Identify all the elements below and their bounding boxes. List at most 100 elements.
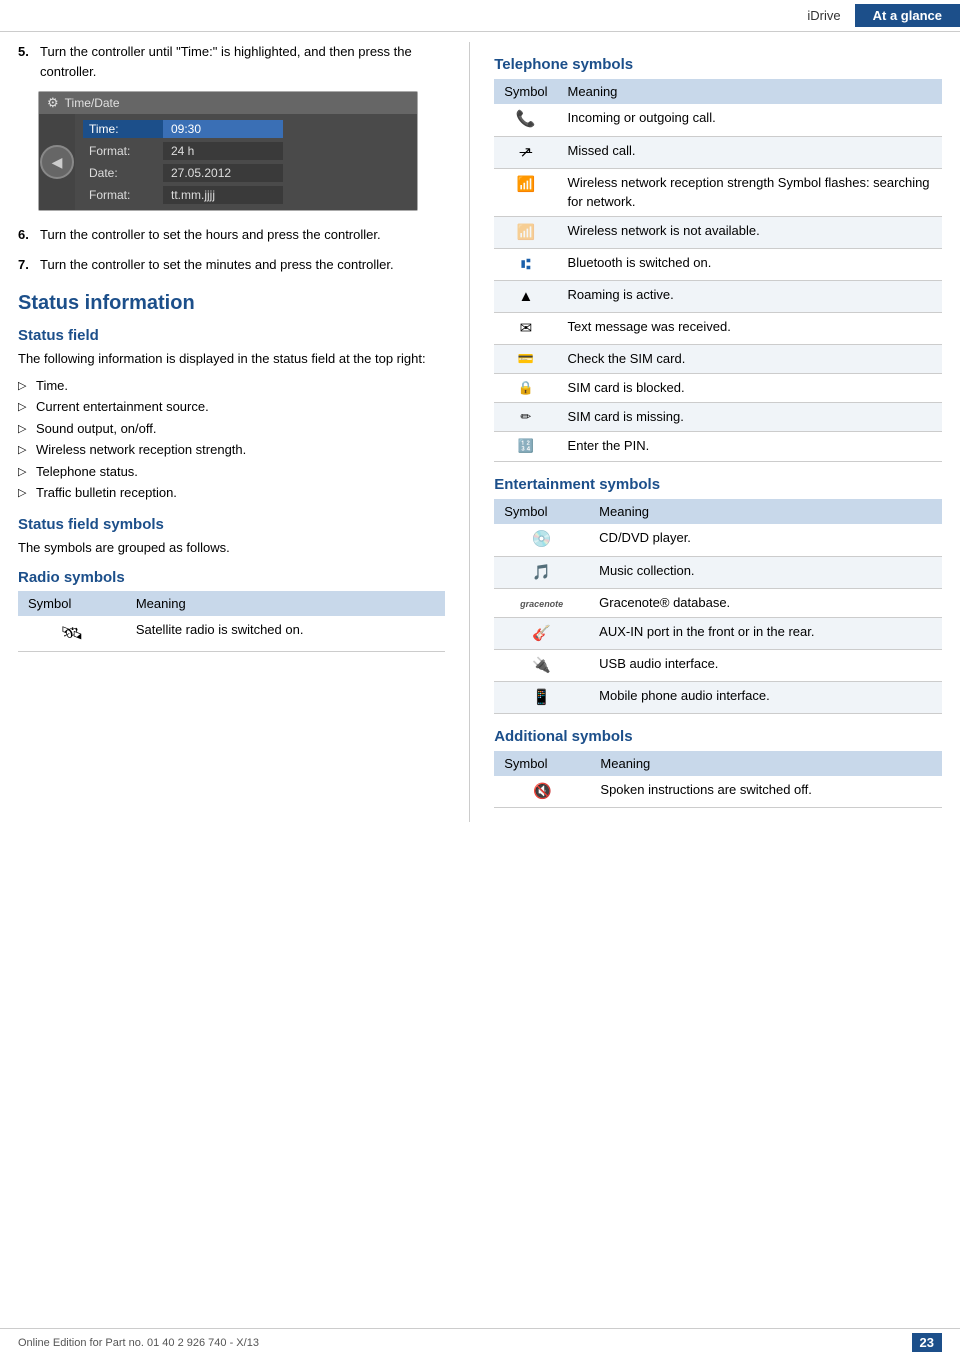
gear-icon: ⚙ (47, 95, 59, 111)
format-label-1: Format: (83, 142, 163, 160)
bullet-wireless-text: Wireless network reception strength. (36, 440, 246, 460)
tel-sym-3: 📶 (494, 169, 557, 216)
music-icon: 🎵 (532, 564, 551, 581)
table-row: 📶 Wireless network reception strength Sy… (494, 169, 942, 216)
tel-meaning-9: SIM card is blocked. (558, 373, 942, 402)
ent-meaning-5: USB audio interface. (589, 650, 942, 682)
mute-instructions-icon: 🔇 (533, 783, 552, 800)
header-idrive-label: iDrive (793, 4, 854, 27)
table-row: ▲ Roaming is active. (494, 280, 942, 312)
table-row: 🔇 Spoken instructions are switched off. (494, 776, 942, 808)
ent-meaning-3: Gracenote® database. (589, 588, 942, 617)
step-6-text: Turn the controller to set the hours and… (40, 225, 381, 245)
step-5-text: Turn the controller until "Time:" is hig… (40, 42, 445, 81)
ent-meaning-2: Music collection. (589, 556, 942, 588)
missed-call-icon: ↗ (520, 144, 533, 161)
radio-meaning-1: Satellite radio is switched on. (126, 616, 445, 652)
date-row: Date: 27.05.2012 (75, 162, 417, 184)
tel-meaning-4: Wireless network is not available. (558, 216, 942, 248)
tel-header-meaning: Meaning (558, 79, 942, 104)
table-row: 🛰 Satellite radio is switched on. (18, 616, 445, 652)
tel-sym-11: 🔢 (494, 432, 557, 461)
bullet-arrow-5: ▷ (18, 464, 30, 481)
tel-sym-10: ✏ (494, 403, 557, 432)
phone-icon: 📞 (516, 111, 536, 128)
table-row: ⑆ Bluetooth is switched on. (494, 248, 942, 280)
time-date-box: ⚙ Time/Date ◀ Time: 09:30 Format: 24 (38, 91, 418, 211)
step-7: 7. Turn the controller to set the minute… (18, 255, 445, 275)
step-6-num: 6. (18, 225, 34, 245)
time-value: 09:30 (163, 120, 283, 138)
page-footer: Online Edition for Part no. 01 40 2 926 … (0, 1328, 960, 1352)
table-row: 🎵 Music collection. (494, 556, 942, 588)
format-value-2: tt.mm.jjjj (163, 186, 283, 204)
pin-icon: 🔢 (518, 438, 534, 453)
time-row: Time: 09:30 (75, 118, 417, 140)
roaming-icon: ▲ (518, 288, 533, 305)
bullet-arrow-6: ▷ (18, 485, 30, 502)
time-date-body: ◀ Time: 09:30 Format: 24 h Date: 27.05.2… (39, 114, 417, 210)
add-header-symbol: Symbol (494, 751, 590, 776)
entertainment-symbols-table: Symbol Meaning 💿 CD/DVD player. 🎵 Music … (494, 499, 942, 715)
bullet-telephone-text: Telephone status. (36, 462, 138, 482)
bluetooth-icon: ⑆ (521, 256, 530, 273)
step-7-num: 7. (18, 255, 34, 275)
step-6: 6. Turn the controller to set the hours … (18, 225, 445, 245)
table-row: 📱 Mobile phone audio interface. (494, 682, 942, 714)
status-field-symbols-title: Status field symbols (18, 516, 445, 533)
nav-circle: ◀ (40, 145, 74, 179)
radio-symbols-table: Symbol Meaning 🛰 Satellite radio is swit… (18, 591, 445, 652)
time-date-rows: Time: 09:30 Format: 24 h Date: 27.05.201… (75, 114, 417, 210)
bullet-wireless: ▷ Wireless network reception strength. (18, 439, 445, 461)
table-row: 📶 Wireless network is not available. (494, 216, 942, 248)
no-signal-icon: 📶 (517, 224, 536, 241)
tel-header-row: Symbol Meaning (494, 79, 942, 104)
bullet-traffic-text: Traffic bulletin reception. (36, 483, 177, 503)
time-date-title-text: Time/Date (65, 96, 120, 110)
tel-sym-1: 📞 (494, 104, 557, 137)
header-ataglance-label: At a glance (855, 4, 960, 27)
sim-missing-icon: ✏ (520, 409, 531, 424)
ent-meaning-6: Mobile phone audio interface. (589, 682, 942, 714)
table-row: ↗ Missed call. (494, 137, 942, 169)
ent-sym-3: gracenote (494, 588, 589, 617)
status-field-bullets: ▷Time. ▷Current entertainment source. ▷S… (18, 375, 445, 504)
tel-sym-4: 📶 (494, 216, 557, 248)
gracenote-icon: gracenote (520, 599, 563, 609)
radio-table-header-row: Symbol Meaning (18, 591, 445, 616)
radio-symbol-1: 🛰 (18, 616, 126, 652)
main-content: 5. Turn the controller until "Time:" is … (0, 42, 960, 822)
status-field-desc: The following information is displayed i… (18, 349, 445, 369)
message-icon: ✉ (520, 320, 533, 337)
radio-header-meaning: Meaning (126, 591, 445, 616)
format-row-1: Format: 24 h (75, 140, 417, 162)
page-number: 23 (912, 1333, 942, 1352)
format-value-1: 24 h (163, 142, 283, 160)
bullet-arrow-4: ▷ (18, 442, 30, 459)
tel-meaning-5: Bluetooth is switched on. (558, 248, 942, 280)
bullet-sound-text: Sound output, on/off. (36, 419, 156, 439)
page-header: iDrive At a glance (0, 0, 960, 32)
table-row: gracenote Gracenote® database. (494, 588, 942, 617)
step-5: 5. Turn the controller until "Time:" is … (18, 42, 445, 81)
date-label: Date: (83, 164, 163, 182)
bullet-arrow-3: ▷ (18, 421, 30, 438)
signal-strength-icon: 📶 (517, 176, 536, 193)
ent-sym-6: 📱 (494, 682, 589, 714)
ent-header-symbol: Symbol (494, 499, 589, 524)
telephone-symbols-table: Symbol Meaning 📞 Incoming or outgoing ca… (494, 79, 942, 462)
table-row: 💳 Check the SIM card. (494, 344, 942, 373)
aux-icon: 🎸 (532, 625, 551, 642)
ent-sym-2: 🎵 (494, 556, 589, 588)
right-column: Telephone symbols Symbol Meaning 📞 Incom… (470, 42, 942, 822)
telephone-symbols-title: Telephone symbols (494, 56, 942, 73)
table-row: 📞 Incoming or outgoing call. (494, 104, 942, 137)
tel-meaning-2: Missed call. (558, 137, 942, 169)
radio-header-symbol: Symbol (18, 591, 126, 616)
sim-blocked-icon: 🔒 (518, 380, 534, 395)
bullet-sound: ▷ Sound output, on/off. (18, 418, 445, 440)
add-header-meaning: Meaning (590, 751, 942, 776)
left-column: 5. Turn the controller until "Time:" is … (18, 42, 470, 822)
radio-symbols-title: Radio symbols (18, 569, 445, 586)
ent-meaning-1: CD/DVD player. (589, 524, 942, 557)
